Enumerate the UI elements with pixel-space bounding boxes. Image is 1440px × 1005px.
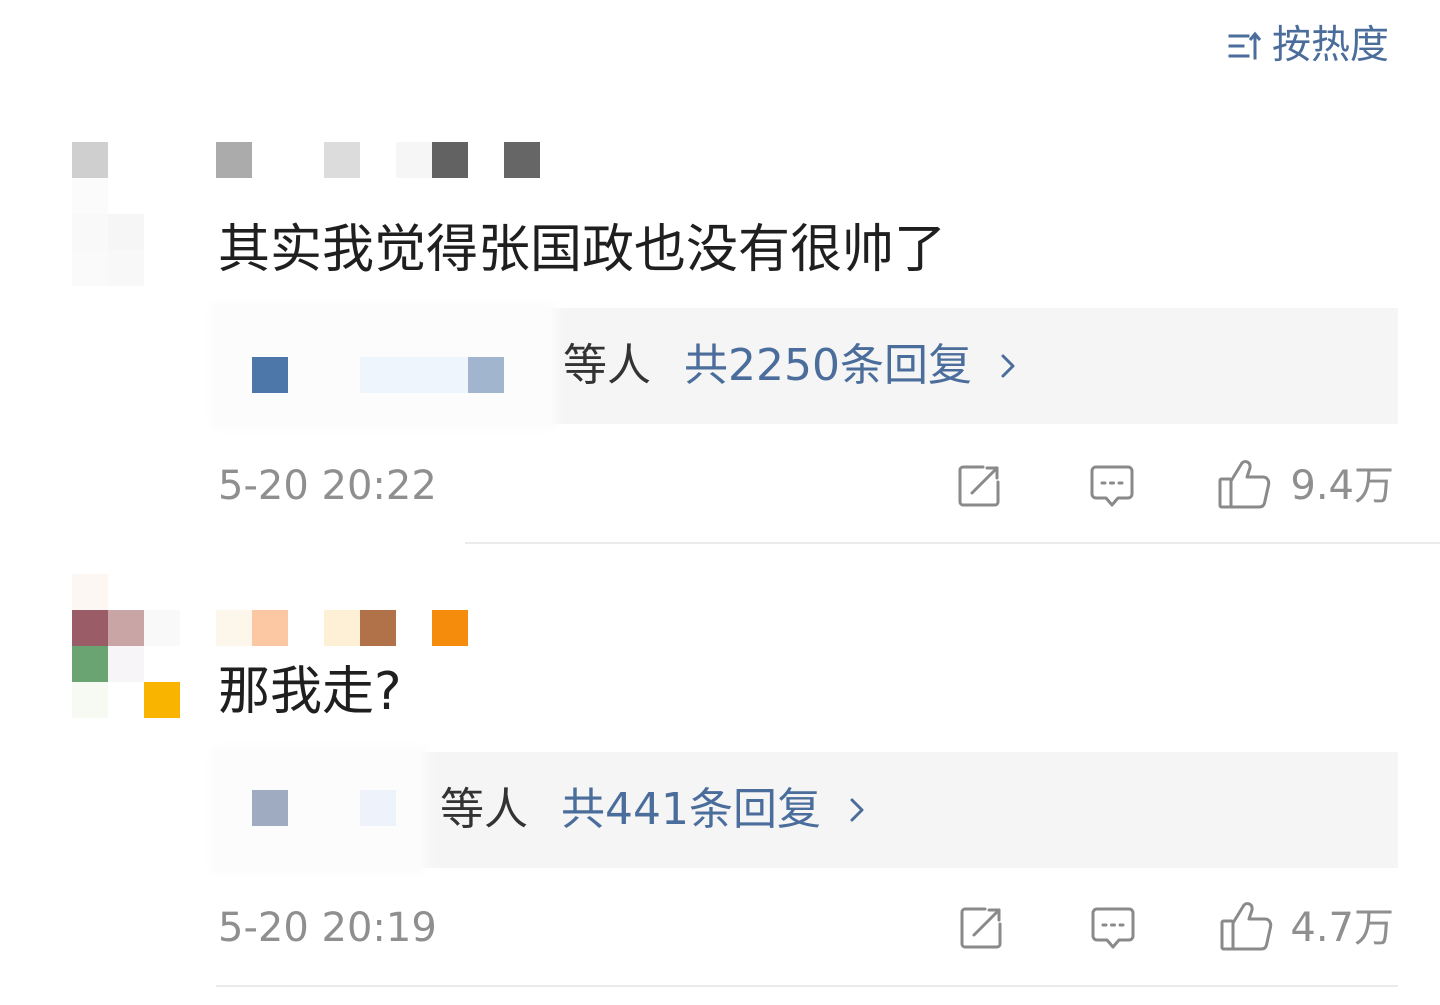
share-icon	[958, 465, 1000, 507]
share-icon	[960, 907, 1002, 949]
comment-divider	[216, 985, 1398, 987]
sort-by-hot-button[interactable]: 按热度	[1228, 24, 1389, 68]
mosaic-pixel	[252, 790, 288, 826]
reply-authors-suffix: 等人	[440, 784, 528, 835]
mosaic-pixel	[108, 610, 144, 646]
avatar[interactable]	[72, 142, 180, 286]
comment-text[interactable]: 其实我觉得张国政也没有很帅了	[218, 220, 946, 280]
mosaic-pixel	[144, 682, 180, 718]
username[interactable]	[216, 610, 468, 646]
comment-text[interactable]: 那我走?	[218, 662, 402, 722]
chevron-right-icon	[850, 798, 864, 822]
mosaic-pixel	[360, 790, 396, 826]
share-button[interactable]	[955, 462, 1003, 510]
mosaic-pixel	[72, 142, 108, 178]
mosaic-pixel	[72, 574, 108, 610]
sort-icon	[1228, 31, 1262, 60]
share-button[interactable]	[957, 904, 1005, 952]
comment-list-page: 按热度 其实我觉得张国政也没有很帅了 等人 共2250条回复 5-20 20:2…	[0, 0, 1440, 1005]
comment-icon	[1091, 907, 1135, 949]
reply-summary-row: 等人 共2250条回复	[563, 308, 1016, 424]
mosaic-pixel	[108, 214, 144, 250]
username[interactable]	[216, 142, 540, 178]
mosaic-pixel	[216, 610, 252, 646]
chevron-right-icon	[1001, 354, 1015, 378]
mosaic-pixel	[72, 178, 108, 214]
comment-button[interactable]	[1088, 462, 1136, 510]
thumbs-up-icon	[1220, 902, 1273, 951]
mosaic-pixel	[324, 142, 360, 178]
mosaic-pixel	[216, 142, 252, 178]
like-button[interactable]	[1219, 900, 1273, 952]
mosaic-pixel	[72, 250, 108, 286]
thumbs-up-icon	[1218, 460, 1271, 509]
reply-count-link[interactable]: 共441条回复	[561, 786, 821, 834]
like-button[interactable]	[1217, 458, 1271, 510]
like-count: 4.7万	[1290, 905, 1394, 951]
reply-authors-suffix: 等人	[563, 340, 651, 391]
mosaic-pixel	[360, 357, 468, 393]
comment-timestamp: 5-20 20:22	[218, 463, 437, 509]
mosaic-pixel	[72, 682, 108, 718]
reply-summary[interactable]: 等人 共2250条回复	[216, 308, 1398, 424]
like-count: 9.4万	[1290, 463, 1394, 509]
mosaic-pixel	[324, 610, 360, 646]
mosaic-pixel	[432, 142, 468, 178]
mosaic-pixel	[468, 357, 504, 393]
reply-count-link[interactable]: 共2250条回复	[684, 342, 972, 390]
mosaic-pixel	[360, 610, 396, 646]
mosaic-pixel	[72, 610, 108, 646]
reply-summary-row: 等人 共441条回复	[440, 752, 865, 868]
comment-timestamp: 5-20 20:19	[218, 905, 437, 951]
mosaic-pixel	[72, 214, 108, 250]
avatar[interactable]	[72, 574, 180, 718]
mosaic-pixel	[252, 357, 288, 393]
mosaic-pixel	[72, 646, 108, 682]
comment-divider	[465, 542, 1440, 544]
comment-icon	[1090, 465, 1134, 507]
mosaic-pixel	[108, 250, 144, 286]
mosaic-pixel	[252, 610, 288, 646]
mosaic-pixel	[108, 646, 144, 682]
mosaic-pixel	[144, 610, 180, 646]
reply-authors-mosaic	[216, 752, 421, 868]
mosaic-pixel	[396, 142, 432, 178]
sort-label: 按热度	[1272, 23, 1390, 68]
comment-button[interactable]	[1089, 904, 1137, 952]
reply-summary[interactable]: 等人 共441条回复	[216, 752, 1398, 868]
reply-authors-mosaic	[216, 308, 551, 424]
mosaic-pixel	[432, 610, 468, 646]
mosaic-pixel	[504, 142, 540, 178]
